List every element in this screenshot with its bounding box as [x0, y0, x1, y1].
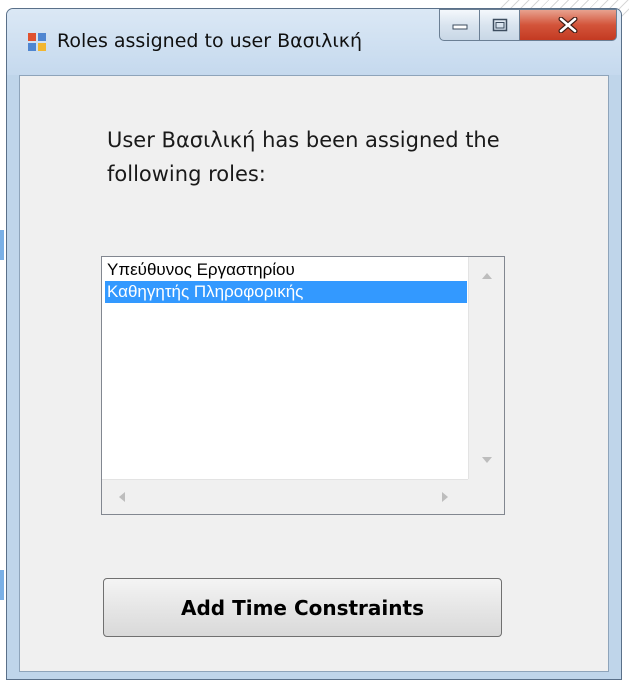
- window-title: Roles assigned to user Βασιλική: [57, 30, 363, 52]
- vertical-scrollbar[interactable]: [468, 257, 504, 479]
- scrollbar-corner: [468, 479, 504, 514]
- assigned-roles-description: User Βασιλική has been assigned the foll…: [107, 128, 500, 186]
- app-form-icon[interactable]: [28, 33, 46, 51]
- list-item[interactable]: Υπεύθυνος Εργαστηρίου: [105, 259, 467, 281]
- title-bar[interactable]: Roles assigned to user Βασιλική: [7, 9, 621, 75]
- maximize-icon: [492, 18, 507, 32]
- dialog-window: Roles assigned to user Βασιλική User Βασ…: [6, 8, 622, 680]
- scroll-right-icon[interactable]: [442, 492, 448, 502]
- maximize-button[interactable]: [480, 9, 520, 41]
- add-time-constraints-button[interactable]: Add Time Constraints: [103, 578, 502, 637]
- dialog-client-area: User Βασιλική has been assigned the foll…: [19, 75, 609, 672]
- caption-buttons: [439, 9, 617, 43]
- desktop-edge-accent: [0, 230, 4, 260]
- scroll-up-icon[interactable]: [482, 273, 492, 279]
- close-icon: [558, 17, 578, 33]
- scroll-left-icon[interactable]: [119, 492, 125, 502]
- list-item-selected[interactable]: Καθηγητής Πληροφορικής: [105, 281, 467, 303]
- desktop-edge-accent: [0, 570, 4, 600]
- minimize-button[interactable]: [439, 9, 480, 41]
- close-button[interactable]: [520, 9, 617, 41]
- horizontal-scrollbar[interactable]: [102, 479, 468, 514]
- minimize-icon: [452, 24, 467, 30]
- scroll-down-icon[interactable]: [482, 457, 492, 463]
- roles-listbox[interactable]: Υπεύθυνος Εργαστηρίου Καθηγητής Πληροφορ…: [101, 256, 505, 515]
